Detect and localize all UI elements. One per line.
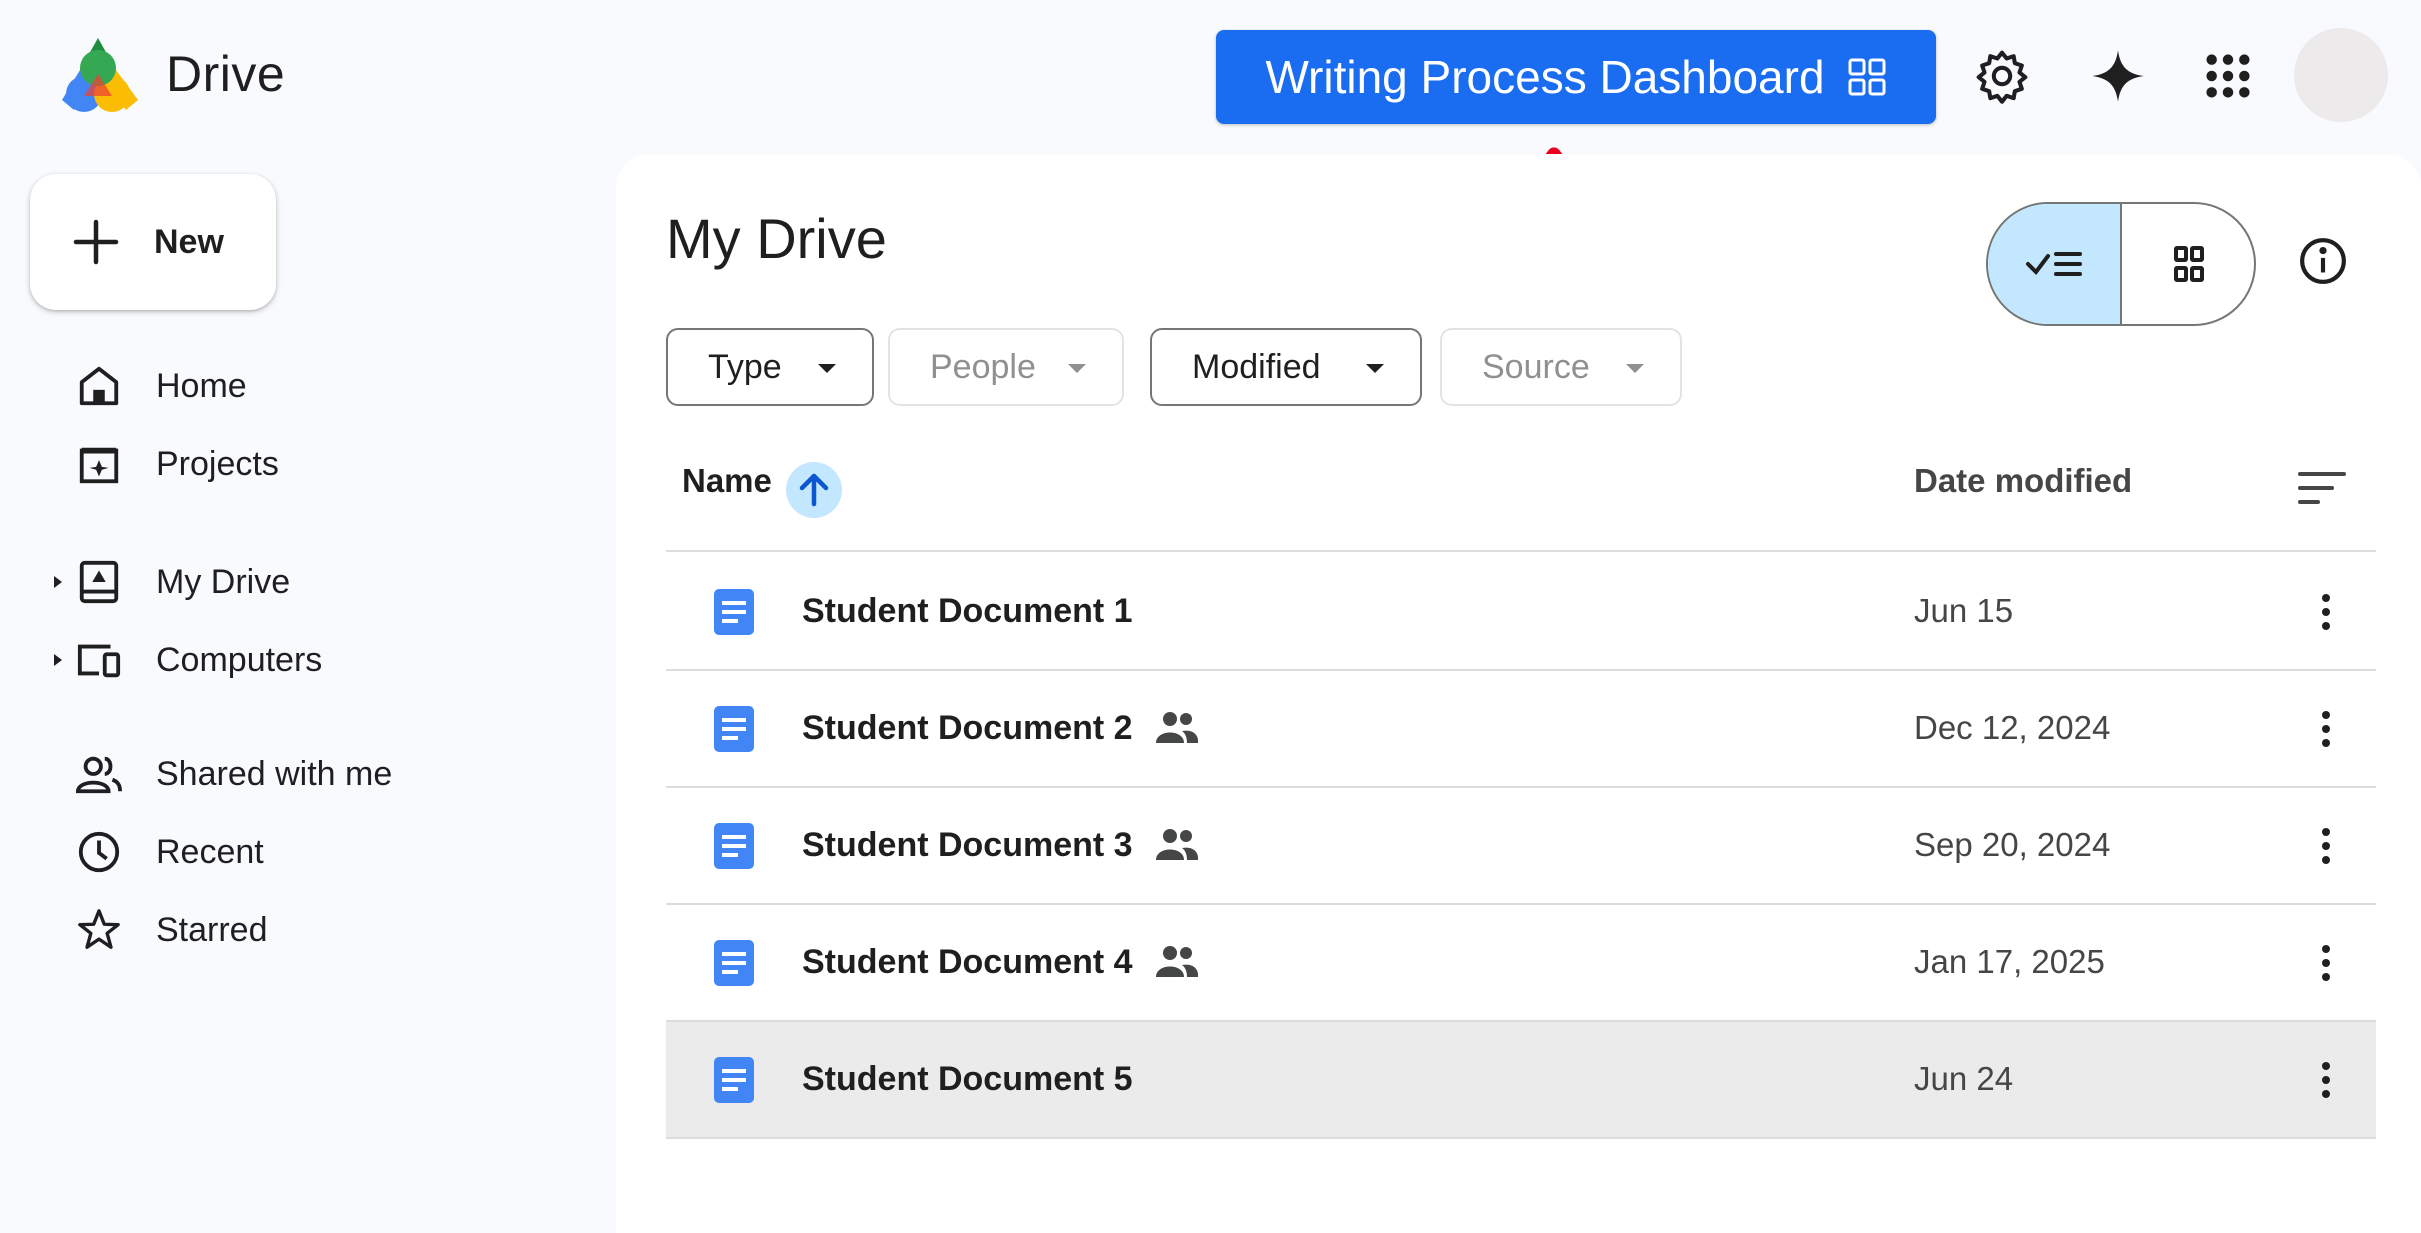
expand-caret-icon[interactable] bbox=[50, 650, 66, 670]
new-button-label: New bbox=[154, 222, 224, 261]
list-view-check-icon bbox=[2026, 252, 2082, 276]
home-icon bbox=[72, 359, 126, 413]
table-row[interactable]: Student Document 2 Dec 12, 2024 bbox=[666, 671, 2376, 788]
plus-icon bbox=[73, 219, 119, 265]
view-toggle[interactable] bbox=[1986, 202, 2256, 326]
google-docs-icon bbox=[714, 589, 754, 635]
more-actions-button[interactable] bbox=[2306, 584, 2346, 640]
google-docs-icon bbox=[714, 1057, 754, 1103]
sidebar-item-label: Starred bbox=[156, 910, 268, 949]
more-actions-button[interactable] bbox=[2306, 701, 2346, 757]
sidebar-item-computers[interactable]: Computers bbox=[0, 628, 400, 692]
sidebar-item-starred[interactable]: Starred bbox=[0, 898, 400, 962]
file-date-modified: Sep 20, 2024 bbox=[1914, 826, 2111, 863]
filter-label: People bbox=[930, 347, 1036, 386]
file-date-modified: Jan 17, 2025 bbox=[1914, 943, 2105, 980]
details-button[interactable] bbox=[2280, 218, 2366, 304]
file-date-modified: Jun 24 bbox=[1914, 1060, 2014, 1097]
main-panel: My Drive Type People Modified Source Nam… bbox=[616, 154, 2421, 1233]
sidebar-item-projects[interactable]: Projects bbox=[0, 432, 400, 496]
column-header-date-modified[interactable]: Date modified bbox=[1914, 462, 2132, 500]
sidebar-item-recent[interactable]: Recent bbox=[0, 820, 400, 884]
my-drive-icon bbox=[72, 555, 126, 609]
projects-icon bbox=[72, 437, 126, 491]
new-button[interactable]: New bbox=[30, 174, 276, 310]
filter-label: Modified bbox=[1192, 347, 1321, 386]
google-docs-icon bbox=[714, 823, 754, 869]
table-row[interactable]: Student Document 5 Jun 24 bbox=[666, 1022, 2376, 1139]
table-row[interactable]: Student Document 3 Sep 20, 2024 bbox=[666, 788, 2376, 905]
more-vert-icon bbox=[2322, 594, 2330, 630]
sidebar-item-home[interactable]: Home bbox=[0, 354, 400, 418]
more-actions-button[interactable] bbox=[2306, 818, 2346, 874]
sidebar-item-label: Shared with me bbox=[156, 754, 393, 793]
file-name: Student Document 5 bbox=[802, 1060, 1133, 1098]
dropdown-arrow-icon bbox=[818, 364, 836, 373]
drive-logo-icon bbox=[62, 38, 138, 112]
clock-icon bbox=[72, 825, 126, 879]
dashboard-button-label: Writing Process Dashboard bbox=[1265, 51, 1825, 103]
google-docs-icon bbox=[714, 940, 754, 986]
shared-icon bbox=[72, 747, 126, 801]
more-actions-button[interactable] bbox=[2306, 1052, 2346, 1108]
file-name: Student Document 4 bbox=[802, 943, 1133, 981]
more-vert-icon bbox=[2322, 711, 2330, 747]
file-date-modified: Dec 12, 2024 bbox=[1914, 709, 2111, 746]
more-actions-button[interactable] bbox=[2306, 935, 2346, 991]
gemini-icon bbox=[2092, 50, 2144, 102]
arrow-up-icon bbox=[799, 473, 829, 507]
gemini-button[interactable] bbox=[2086, 44, 2150, 108]
sort-options-icon[interactable] bbox=[2294, 464, 2354, 514]
account-avatar[interactable] bbox=[2294, 28, 2388, 122]
dropdown-arrow-icon bbox=[1626, 364, 1644, 373]
settings-icon bbox=[1976, 50, 2028, 104]
shared-people-icon bbox=[1156, 946, 1199, 977]
table-row[interactable]: Student Document 1 Jun 15 bbox=[666, 554, 2376, 671]
sidebar-item-label: Computers bbox=[156, 640, 323, 679]
computers-icon bbox=[72, 633, 126, 687]
sidebar-item-my-drive[interactable]: My Drive bbox=[0, 550, 400, 614]
filter-modified[interactable]: Modified bbox=[1150, 328, 1422, 406]
apps-icon bbox=[2206, 54, 2250, 98]
file-name: Student Document 2 bbox=[802, 709, 1133, 747]
filter-label: Source bbox=[1482, 347, 1590, 386]
file-name: Student Document 1 bbox=[802, 592, 1133, 630]
drive-logo[interactable]: Drive bbox=[54, 34, 285, 114]
sidebar-item-label: My Drive bbox=[156, 562, 291, 601]
grid-view-button[interactable] bbox=[2122, 204, 2254, 324]
table-header: Name Date modified bbox=[666, 432, 2376, 552]
dashboard-grid-icon bbox=[1848, 58, 1886, 96]
sidebar-item-label: Recent bbox=[156, 832, 264, 871]
page-title: My Drive bbox=[666, 207, 887, 270]
sidebar-item-label: Projects bbox=[156, 444, 279, 483]
file-name: Student Document 3 bbox=[802, 826, 1133, 864]
apps-button[interactable] bbox=[2196, 44, 2260, 108]
star-icon bbox=[72, 903, 126, 957]
dropdown-arrow-icon bbox=[1068, 364, 1086, 373]
more-vert-icon bbox=[2322, 945, 2330, 981]
list-view-button[interactable] bbox=[1988, 204, 2122, 324]
table-row[interactable]: Student Document 4 Jan 17, 2025 bbox=[666, 905, 2376, 1022]
more-vert-icon bbox=[2322, 828, 2330, 864]
filter-source[interactable]: Source bbox=[1440, 328, 1682, 406]
sidebar-item-label: Home bbox=[156, 366, 247, 405]
file-date-modified: Jun 15 bbox=[1914, 592, 2014, 629]
sidebar-item-shared-with-me[interactable]: Shared with me bbox=[0, 742, 450, 806]
google-docs-icon bbox=[714, 706, 754, 752]
settings-button[interactable] bbox=[1970, 44, 2034, 108]
writing-process-dashboard-button[interactable]: Writing Process Dashboard bbox=[1216, 30, 1936, 124]
sort-direction-button[interactable] bbox=[786, 462, 842, 518]
filter-type[interactable]: Type bbox=[666, 328, 874, 406]
dropdown-arrow-icon bbox=[1366, 364, 1384, 373]
filter-label: Type bbox=[708, 347, 782, 386]
app-name: Drive bbox=[166, 46, 286, 102]
grid-view-icon bbox=[2174, 246, 2204, 282]
shared-people-icon bbox=[1156, 829, 1199, 860]
filter-people[interactable]: People bbox=[888, 328, 1124, 406]
more-vert-icon bbox=[2322, 1062, 2330, 1098]
info-icon bbox=[2300, 238, 2346, 284]
column-header-name[interactable]: Name bbox=[682, 462, 772, 500]
shared-people-icon bbox=[1156, 712, 1199, 743]
expand-caret-icon[interactable] bbox=[50, 572, 66, 592]
